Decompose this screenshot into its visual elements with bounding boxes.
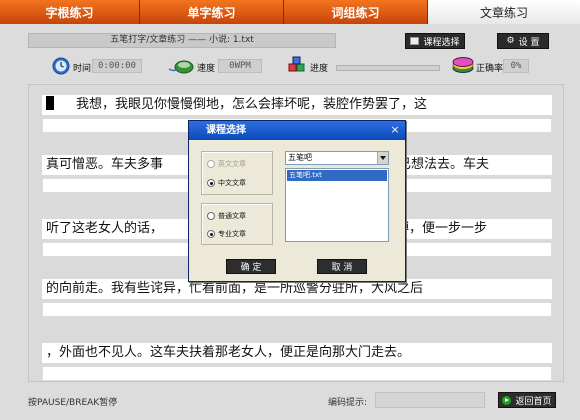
code-hint-box	[375, 392, 485, 408]
radio-circle-icon	[207, 230, 215, 238]
tab-radical-practice[interactable]: 字根练习	[0, 0, 140, 24]
source-line-4: 的向前走。我有些诧异，忙看前面，是一所巡警分驻所，大风之后	[42, 279, 552, 299]
accuracy-value: 0%	[503, 59, 529, 73]
list-item[interactable]: 五笔吧.txt	[287, 170, 387, 181]
article-type-group: 普通文章 专业文章	[201, 203, 273, 245]
time-value: 0:00:00	[92, 59, 142, 73]
course-select-label: 课程选择	[423, 37, 460, 48]
return-home-label: 返回首页	[515, 396, 552, 407]
arrow-right-icon	[502, 395, 512, 405]
radio-chinese-label: 中文文章	[218, 179, 246, 187]
settings-button[interactable]: ⚙ 设 置	[497, 33, 549, 49]
source-line-3-text: 听了这老女人的话，	[46, 221, 164, 236]
blocks-progress-icon	[288, 56, 305, 72]
radio-general-article[interactable]: 普通文章	[207, 211, 246, 221]
accuracy-label: 正确率	[476, 64, 504, 74]
radio-circle-icon	[207, 212, 215, 220]
wrench-icon: ⚙	[506, 36, 515, 46]
tab-article-practice[interactable]: 文章练习	[428, 0, 580, 24]
radio-english-article[interactable]: 英文文章	[207, 159, 246, 169]
course-select-button[interactable]: 课程选择	[405, 33, 465, 49]
radio-circle-icon	[207, 179, 215, 187]
radio-circle-icon	[207, 160, 215, 168]
tab-bar: 字根练习 单字练习 词组练习 文章练习	[0, 0, 580, 24]
chevron-down-icon[interactable]	[377, 152, 388, 164]
ok-button[interactable]: 确 定	[226, 259, 276, 274]
clock-icon	[52, 57, 70, 75]
source-line-1: 我想，我眼见你慢慢倒地，怎么会摔坏呢，装腔作势罢了，这	[42, 95, 552, 115]
typing-cursor	[46, 96, 54, 110]
course-icon	[410, 37, 420, 45]
radio-english-label: 英文文章	[218, 160, 246, 168]
source-line-2-text: 真可憎恶。车夫多事	[46, 157, 164, 172]
dialog-close-icon[interactable]: ×	[389, 123, 401, 137]
speed-label: 速度	[197, 64, 216, 74]
progress-bar	[336, 65, 440, 71]
dialog-title: 课程选择	[189, 121, 405, 140]
source-line-4-text: 的向前走。我有些诧异，忙看前面，是一所巡警分驻所，大风之后	[46, 281, 424, 296]
course-select-dialog: 课程选择 × 英文文章 中文文章 普通文章 专业文章 五笔吧 五笔吧.txt 确…	[188, 120, 406, 282]
tab-single-char-practice[interactable]: 单字练习	[140, 0, 284, 24]
current-file-bar: 五笔打字/文章练习 —— 小说: 1.txt	[28, 33, 336, 48]
cancel-button[interactable]: 取 消	[317, 259, 367, 274]
file-listbox[interactable]: 五笔吧.txt	[285, 168, 389, 242]
code-hint-label: 编码提示:	[328, 398, 368, 408]
mouse-speed-icon	[168, 60, 194, 74]
category-dropdown[interactable]: 五笔吧	[285, 151, 389, 165]
input-line-4[interactable]	[42, 302, 552, 317]
radio-general-label: 普通文章	[218, 212, 246, 220]
radio-professional-label: 专业文章	[218, 230, 246, 238]
accuracy-disk-icon	[452, 57, 474, 73]
return-home-button[interactable]: 返回首页	[498, 392, 556, 408]
progress-label: 进度	[310, 64, 329, 74]
speed-value: 0WPM	[218, 59, 262, 73]
language-group: 英文文章 中文文章	[201, 151, 273, 195]
source-line-2-text-right: 已想法去。车夫	[398, 157, 490, 172]
settings-label: 设 置	[518, 37, 540, 48]
source-line-5: ，外面也不见人。这车夫扶着那老女人，便正是向那大门走去。	[42, 343, 552, 363]
tab-phrase-practice[interactable]: 词组练习	[284, 0, 428, 24]
source-line-5-text: ，外面也不见人。这车夫扶着那老女人，便正是向那大门走去。	[46, 345, 411, 360]
source-line-3-text-right: 膊，便一步一步	[396, 221, 488, 236]
time-label: 时间	[73, 64, 92, 74]
radio-professional-article[interactable]: 专业文章	[207, 229, 246, 239]
pause-hint: 按PAUSE/BREAK暂停	[28, 398, 118, 408]
category-dropdown-value: 五笔吧	[288, 153, 312, 162]
input-line-5[interactable]	[42, 366, 552, 381]
radio-chinese-article[interactable]: 中文文章	[207, 178, 246, 188]
source-line-1-text: 我想，我眼见你慢慢倒地，怎么会摔坏呢，装腔作势罢了，这	[76, 97, 428, 112]
